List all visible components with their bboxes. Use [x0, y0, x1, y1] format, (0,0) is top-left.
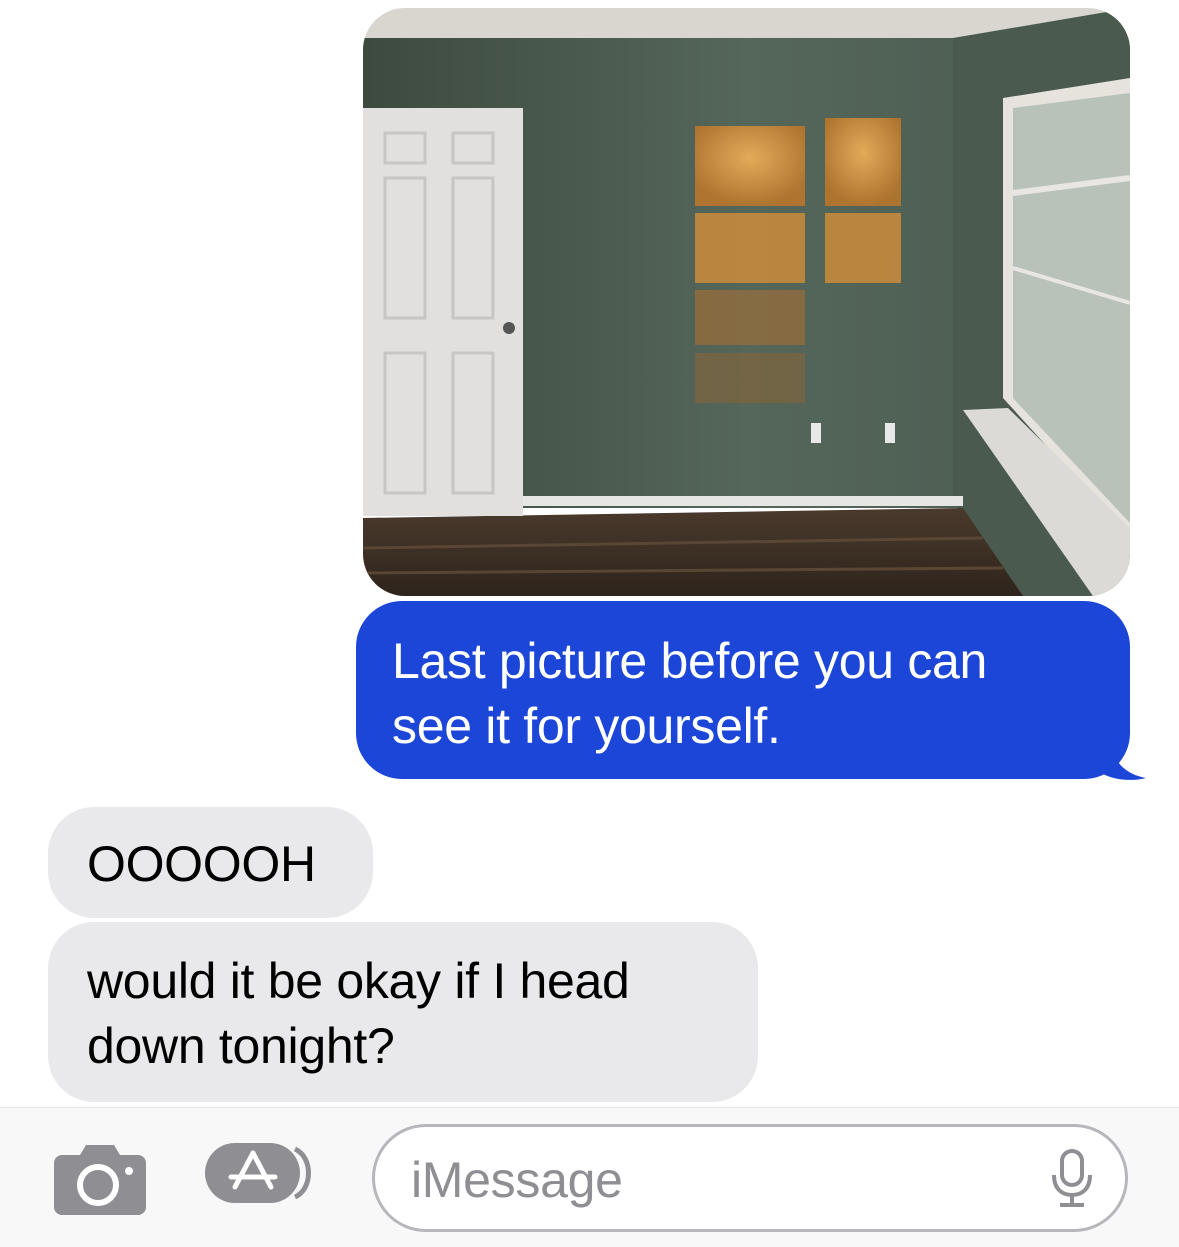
microphone-icon[interactable]	[1051, 1149, 1093, 1209]
bubble-tail	[1090, 740, 1146, 780]
imessage-placeholder: iMessage	[411, 1152, 623, 1208]
incoming-message-bubble[interactable]: would it be okay if I head down tonight?	[48, 922, 758, 1102]
outgoing-message-bubble[interactable]: Last picture before you can see it for y…	[356, 601, 1130, 779]
message-text-line: Last picture before you can	[392, 633, 988, 689]
message-text-line: OOOOOH	[87, 836, 316, 892]
message-text-line: down tonight?	[87, 1018, 395, 1074]
room-photo	[363, 8, 1130, 596]
apps-button[interactable]	[205, 1143, 320, 1203]
camera-icon	[54, 1145, 146, 1215]
imessage-input[interactable]: iMessage	[372, 1124, 1128, 1232]
message-text-line: see it for yourself.	[392, 698, 781, 754]
message-text-line: would it be okay if I head	[87, 953, 630, 1009]
photo-attachment[interactable]	[363, 8, 1130, 596]
incoming-message-bubble[interactable]: OOOOOH	[48, 807, 373, 918]
app-store-icon	[205, 1143, 311, 1203]
camera-button[interactable]	[54, 1143, 146, 1215]
